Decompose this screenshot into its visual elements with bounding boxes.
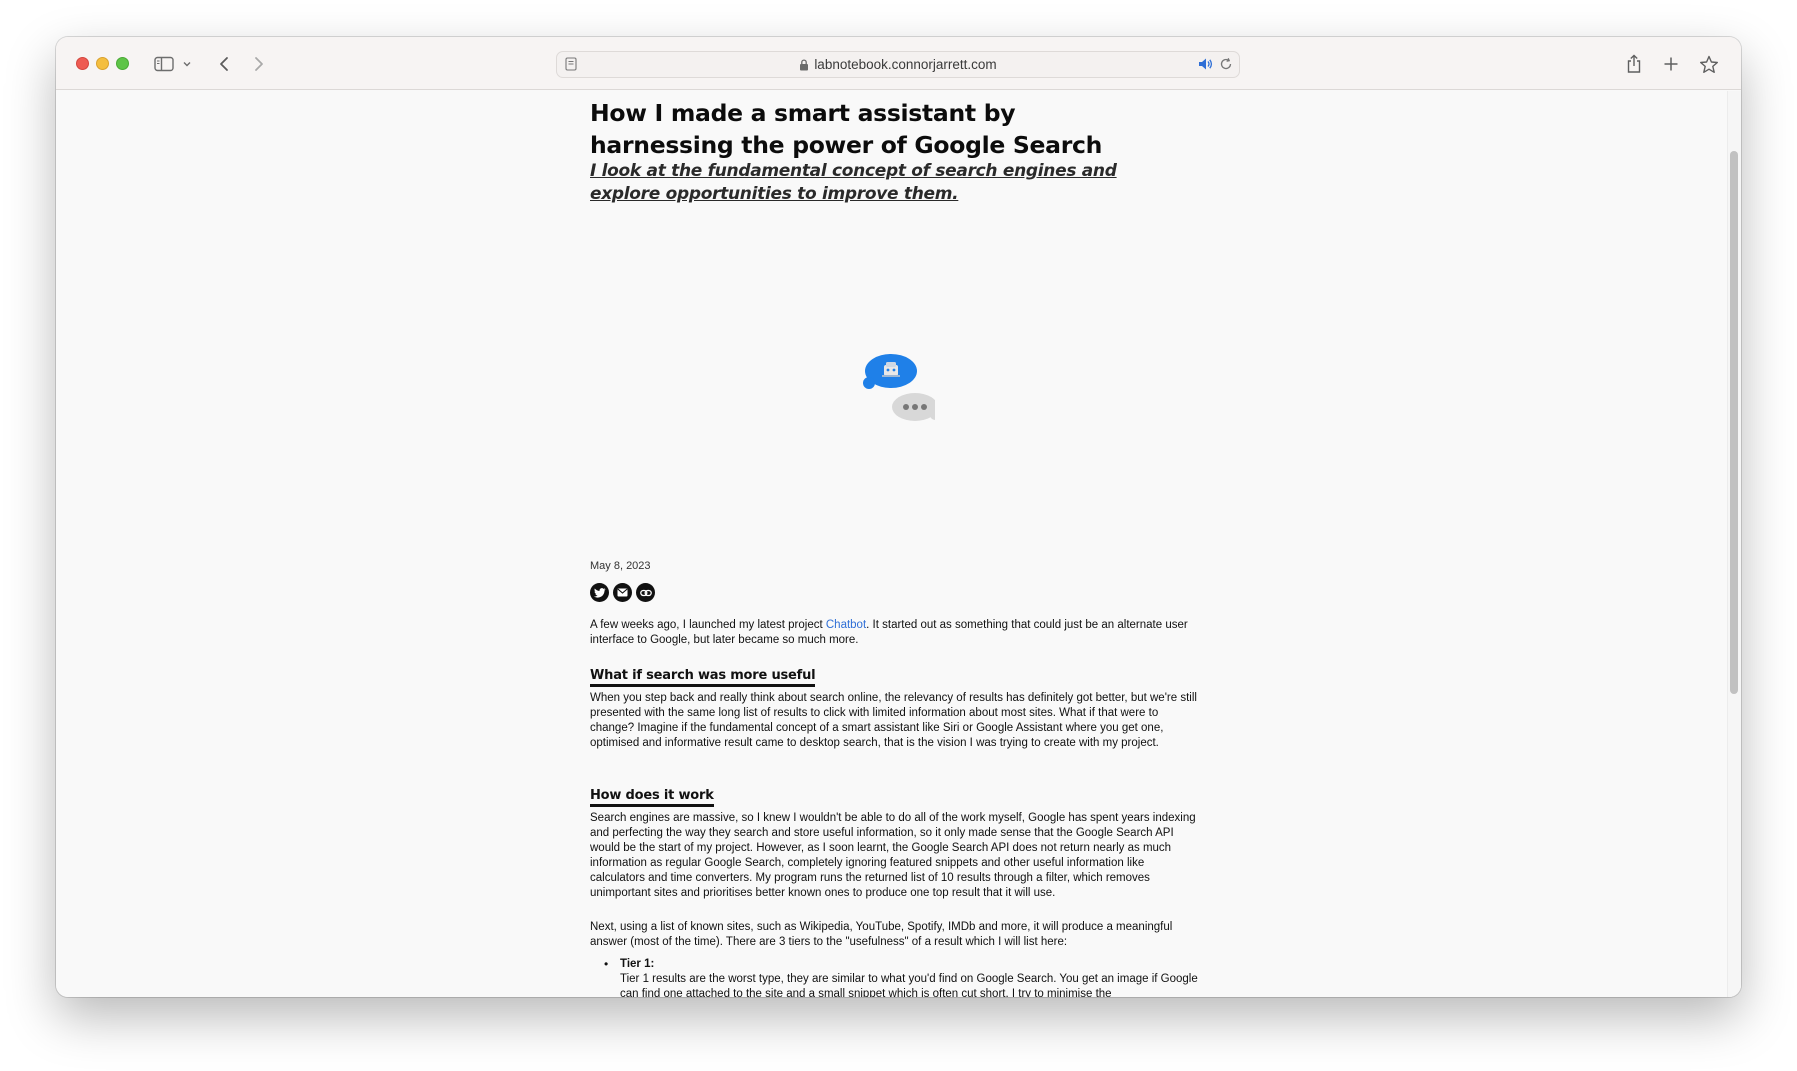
post-date: May 8, 2023 [590,560,651,572]
tier1-label: Tier 1: [620,958,655,970]
browser-window: labnotebook.connorjarrett.com How I made… [56,37,1741,997]
scrollbar-thumb[interactable] [1730,151,1738,694]
minimize-window-button[interactable] [96,57,109,70]
intro-text-start: A few weeks ago, I launched my latest pr… [590,619,826,631]
new-tab-icon[interactable] [1660,51,1682,77]
scrollbar[interactable] [1727,91,1741,997]
speaker-icon[interactable] [1198,57,1213,76]
page-content: How I made a smart assistant by harnessi… [56,91,1741,997]
back-icon[interactable] [214,51,234,77]
bookmark-star-icon[interactable] [1697,51,1721,77]
list-item: Tier 1: Tier 1 results are the worst typ… [604,957,1200,997]
tier-list: Tier 1: Tier 1 results are the worst typ… [604,957,1200,997]
tier1-text: Tier 1 results are the worst type, they … [620,973,1198,997]
share-buttons [590,583,655,602]
chevron-down-icon[interactable] [180,51,194,77]
zoom-window-button[interactable] [116,57,129,70]
twitter-icon[interactable] [590,583,609,602]
section2-paragraph: Search engines are massive, so I knew I … [590,812,1196,899]
sidebar-toggle-icon[interactable] [152,51,176,77]
url-text: labnotebook.connorjarrett.com [814,57,997,72]
forward-icon[interactable] [249,51,269,77]
page-subtitle: I look at the fundamental concept of sea… [590,161,1117,204]
chatbot-link[interactable]: Chatbot [826,619,866,631]
chatbot-hero-image [855,353,940,423]
share-icon[interactable] [1623,51,1645,77]
link-icon[interactable] [636,583,655,602]
intro-paragraph: A few weeks ago, I launched my latest pr… [590,618,1196,648]
reload-icon[interactable] [1219,57,1233,76]
browser-toolbar: labnotebook.connorjarrett.com [56,37,1741,90]
section-heading-useful-search: What if search was more useful [590,668,816,687]
close-window-button[interactable] [76,57,89,70]
address-bar[interactable]: labnotebook.connorjarrett.com [556,51,1240,78]
mail-icon[interactable] [613,583,632,602]
page-title: How I made a smart assistant by harnessi… [590,99,1103,159]
section2-paragraph-2: Next, using a list of known sites, such … [590,921,1173,948]
section1-paragraph: When you step back and really think abou… [590,692,1197,749]
lock-icon [799,59,809,74]
section-heading-how-it-works: How does it work [590,788,714,807]
